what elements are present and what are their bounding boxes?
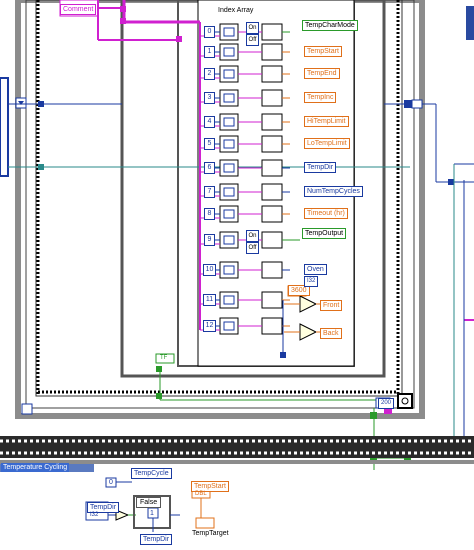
index-array-node[interactable] bbox=[219, 65, 239, 83]
indicator-back[interactable]: Back bbox=[320, 328, 342, 339]
index-array-node[interactable] bbox=[219, 291, 239, 309]
tempstart-type: DBL bbox=[195, 491, 207, 497]
index-constant-8[interactable]: 8 bbox=[204, 208, 215, 220]
tempdir-type: I32 bbox=[90, 512, 99, 518]
index-constant-2[interactable]: 2 bbox=[204, 68, 215, 80]
indicator-tempend[interactable]: TempEnd bbox=[304, 68, 340, 79]
indicator-tempinc[interactable]: TempInc bbox=[304, 92, 337, 103]
index-constant-0[interactable]: 0 bbox=[204, 26, 215, 38]
index-array-node[interactable] bbox=[219, 231, 239, 249]
indicator-tempdir[interactable]: TempDir bbox=[304, 162, 337, 173]
bottom-sequence-band[interactable] bbox=[0, 436, 474, 458]
index-constant-7[interactable]: 7 bbox=[204, 186, 215, 198]
index-constant-11[interactable]: 11 bbox=[203, 294, 216, 306]
boolean-constant-on[interactable]: On bbox=[246, 22, 259, 34]
temperature-cycling-label: Temperature Cycling bbox=[1, 463, 70, 472]
index-array-node[interactable] bbox=[219, 317, 239, 335]
bool-type-badge: TF bbox=[160, 355, 168, 361]
conversion-node[interactable] bbox=[261, 231, 283, 249]
index-array-node[interactable] bbox=[219, 89, 239, 107]
index-array-node[interactable] bbox=[219, 23, 239, 41]
block-diagram bbox=[0, 0, 474, 532]
conversion-node[interactable] bbox=[261, 159, 283, 177]
indicator-oven[interactable]: Oven bbox=[304, 264, 327, 275]
case-constant[interactable]: 1 bbox=[150, 509, 154, 518]
comment-label: Comment bbox=[60, 4, 97, 15]
conversion-node[interactable] bbox=[261, 113, 283, 131]
index-array-node[interactable] bbox=[219, 183, 239, 201]
conversion-node[interactable] bbox=[261, 43, 283, 61]
indicator-lotemplimit[interactable]: LoTempLimit bbox=[304, 138, 350, 149]
conversion-node[interactable] bbox=[261, 205, 283, 223]
indicator-tempstart[interactable]: TempStart bbox=[304, 46, 342, 57]
boolean-constant-on[interactable]: On bbox=[246, 230, 259, 242]
temptarget-label: TempTarget bbox=[192, 530, 229, 537]
index-array-node[interactable] bbox=[219, 205, 239, 223]
boolean-constant-off[interactable]: Off bbox=[246, 34, 259, 46]
conversion-node[interactable] bbox=[261, 291, 283, 309]
index-constant-1[interactable]: 1 bbox=[204, 46, 215, 58]
indicator-hitemplimit[interactable]: HiTempLimit bbox=[304, 116, 349, 127]
conversion-node[interactable] bbox=[261, 135, 283, 153]
boolean-constant-off[interactable]: Off bbox=[246, 242, 259, 254]
index-constant-10[interactable]: 10 bbox=[203, 264, 216, 276]
conversion-node[interactable] bbox=[261, 23, 283, 41]
index-array-node[interactable] bbox=[219, 135, 239, 153]
oven-type-badge: I32 bbox=[304, 276, 319, 287]
timeout-constant[interactable]: 200 bbox=[378, 398, 395, 409]
index-constant-6[interactable]: 6 bbox=[204, 162, 215, 174]
conversion-node[interactable] bbox=[261, 317, 283, 335]
indicator-timeout-hr-[interactable]: Timeout (hr) bbox=[304, 208, 348, 219]
index-array-node[interactable] bbox=[219, 159, 239, 177]
index-array-node[interactable] bbox=[219, 43, 239, 61]
indicator-front[interactable]: Front bbox=[320, 300, 343, 311]
indicator-tempcharmode[interactable]: TempCharMode bbox=[302, 20, 358, 31]
tempdir-output[interactable]: TempDir bbox=[140, 534, 173, 545]
index-array-label: Index Array bbox=[218, 7, 254, 14]
index-constant-3[interactable]: 3 bbox=[204, 92, 215, 104]
index-array-node[interactable] bbox=[219, 113, 239, 131]
indicator-numtempcycles[interactable]: NumTempCycles bbox=[304, 186, 363, 197]
case-selector[interactable]: False bbox=[136, 497, 162, 508]
conversion-node[interactable] bbox=[261, 65, 283, 83]
index-array-node[interactable] bbox=[219, 261, 239, 279]
conversion-node[interactable] bbox=[261, 89, 283, 107]
index-constant-9[interactable]: 9 bbox=[204, 234, 215, 246]
conversion-node[interactable] bbox=[261, 183, 283, 201]
tempcycle-constant[interactable]: 0 bbox=[109, 478, 113, 487]
conversion-node[interactable] bbox=[261, 261, 283, 279]
index-constant-12[interactable]: 12 bbox=[203, 320, 216, 332]
index-constant-4[interactable]: 4 bbox=[204, 116, 215, 128]
index-constant-5[interactable]: 5 bbox=[204, 138, 215, 150]
indicator-tempoutput[interactable]: TempOutput bbox=[302, 228, 347, 239]
tempcycle-label: TempCycle bbox=[131, 468, 172, 479]
